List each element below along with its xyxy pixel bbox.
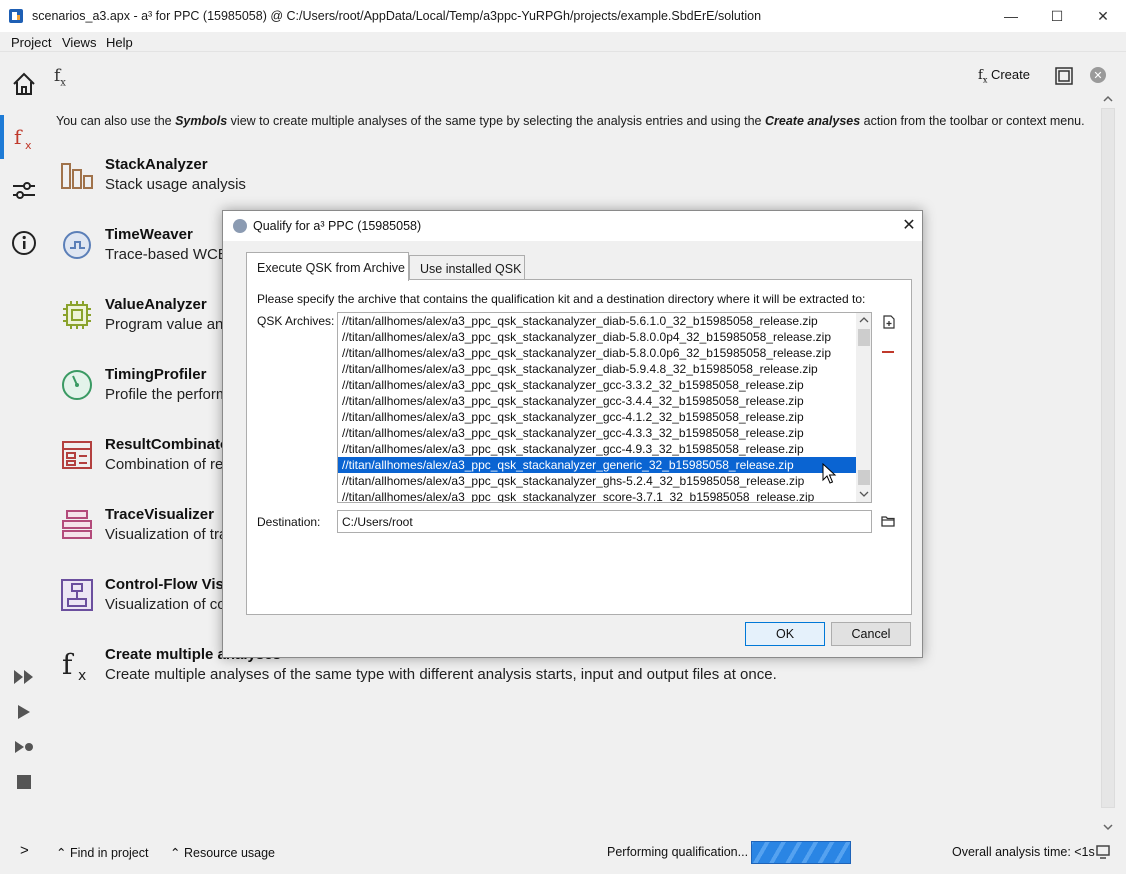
analysis-time: Overall analysis time: <1s xyxy=(952,845,1095,859)
list-scroll-up-icon[interactable] xyxy=(859,316,869,324)
tool-name: ResultCombinator xyxy=(105,436,236,453)
archive-list-item[interactable]: //titan/allhomes/alex/a3_ppc_qsk_stackan… xyxy=(338,345,856,361)
result-combinator-icon xyxy=(62,441,92,469)
svg-text:x: x xyxy=(25,139,32,152)
tool-description: Stack usage analysis xyxy=(105,176,246,193)
create-button[interactable]: fx Create xyxy=(978,67,1030,85)
list-scrollbar-thumb-lower[interactable] xyxy=(858,470,870,485)
chevron-up-icon: ⌃ xyxy=(170,846,181,860)
info-icon[interactable] xyxy=(8,227,40,259)
archive-list-item[interactable]: //titan/allhomes/alex/a3_ppc_qsk_stackan… xyxy=(338,489,856,502)
tab-use-installed[interactable]: Use installed QSK xyxy=(409,255,525,280)
view-fx-icon: fx xyxy=(54,66,66,89)
tool-name: StackAnalyzer xyxy=(105,156,208,173)
qualification-status: Performing qualification... xyxy=(607,845,749,859)
list-scroll-down-icon[interactable] xyxy=(859,490,869,498)
tool-stackanalyzer[interactable]: StackAnalyzer Stack usage analysis xyxy=(58,156,758,206)
archive-list-item[interactable]: //titan/allhomes/alex/a3_ppc_qsk_stackan… xyxy=(338,473,856,489)
create-fx-icon: fx xyxy=(978,68,988,85)
dialog-title: Qualify for a³ PPC (15985058) xyxy=(253,219,422,233)
svg-text:x: x xyxy=(78,668,86,684)
chip-icon xyxy=(63,301,91,329)
archive-list-item[interactable]: //titan/allhomes/alex/a3_ppc_qsk_stackan… xyxy=(338,457,856,473)
remove-archive-icon[interactable] xyxy=(882,351,894,353)
svg-text:f: f xyxy=(62,648,75,681)
stop-icon[interactable] xyxy=(12,770,36,794)
browse-folder-icon[interactable] xyxy=(881,514,895,528)
status-computer-icon[interactable] xyxy=(1096,845,1110,859)
tool-name: ValueAnalyzer xyxy=(105,296,207,313)
archive-list-item[interactable]: //titan/allhomes/alex/a3_ppc_qsk_stackan… xyxy=(338,361,856,377)
minimize-button[interactable]: — xyxy=(988,0,1034,32)
resource-usage-button[interactable]: ⌃ Resource usage xyxy=(170,845,275,860)
fx-sidebar-icon[interactable]: fx xyxy=(8,122,40,154)
expand-status-icon[interactable]: > xyxy=(20,842,29,859)
control-flow-icon xyxy=(61,579,93,611)
menu-views[interactable]: Views xyxy=(62,35,96,50)
destination-label: Destination: xyxy=(257,515,321,529)
info-text: You can also use the Symbols view to cre… xyxy=(56,114,1085,128)
run-icon[interactable] xyxy=(12,700,36,724)
archive-list-item[interactable]: //titan/allhomes/alex/a3_ppc_qsk_stackan… xyxy=(338,329,856,345)
menu-bar xyxy=(0,32,1126,52)
run-all-icon[interactable] xyxy=(12,665,36,689)
ok-button[interactable]: OK xyxy=(745,622,825,646)
menu-help[interactable]: Help xyxy=(106,35,133,50)
archive-list-item[interactable]: //titan/allhomes/alex/a3_ppc_qsk_stackan… xyxy=(338,409,856,425)
run-step-icon[interactable] xyxy=(12,735,36,759)
tool-name: TraceVisualizer xyxy=(105,506,214,523)
tool-name: TimeWeaver xyxy=(105,226,193,243)
dialog-close-button[interactable]: ✕ xyxy=(899,215,919,235)
tab-execute-from-archive[interactable]: Execute QSK from Archive xyxy=(246,252,409,281)
cancel-button[interactable]: Cancel xyxy=(831,622,911,646)
timeweaver-icon xyxy=(63,231,91,259)
menu-project[interactable]: Project xyxy=(11,35,51,50)
mouse-cursor-icon xyxy=(822,463,837,484)
tool-description: Create multiple analyses of the same typ… xyxy=(105,666,777,683)
dialog-instruction: Please specify the archive that contains… xyxy=(257,292,866,306)
chevron-up-icon: ⌃ xyxy=(56,846,67,860)
dialog-app-icon xyxy=(233,219,247,233)
destination-input[interactable]: C:/Users/root xyxy=(337,510,872,533)
scroll-up-icon[interactable] xyxy=(1102,94,1114,104)
add-archive-icon[interactable] xyxy=(882,315,896,329)
close-window-button[interactable]: ✕ xyxy=(1080,0,1126,32)
gauge-icon xyxy=(62,370,92,400)
main-scrollbar-thumb[interactable] xyxy=(1101,108,1115,808)
maximize-view-icon[interactable] xyxy=(1054,66,1074,86)
window-title: scenarios_a3.apx - a³ for PPC (15985058)… xyxy=(32,9,762,23)
qualification-progress-bar xyxy=(751,841,851,864)
trace-visualizer-icon xyxy=(62,510,92,539)
fx-icon: fx xyxy=(62,648,86,684)
archive-list-item[interactable]: //titan/allhomes/alex/a3_ppc_qsk_stackan… xyxy=(338,313,856,329)
svg-text:f: f xyxy=(14,125,23,149)
archive-list-item[interactable]: //titan/allhomes/alex/a3_ppc_qsk_stackan… xyxy=(338,425,856,441)
scroll-down-icon[interactable] xyxy=(1102,822,1114,832)
maximize-button[interactable]: ☐ xyxy=(1034,0,1080,32)
sidebar-active-indicator xyxy=(0,115,4,159)
home-icon[interactable] xyxy=(8,68,40,100)
close-view-button[interactable]: ✕ xyxy=(1090,67,1106,83)
qsk-archives-label: QSK Archives: xyxy=(257,314,335,328)
tool-name: TimingProfiler xyxy=(105,366,207,383)
stack-bars-icon xyxy=(61,163,93,189)
find-in-project-button[interactable]: ⌃ Find in project xyxy=(56,845,148,860)
archive-list-item[interactable]: //titan/allhomes/alex/a3_ppc_qsk_stackan… xyxy=(338,441,856,457)
qualify-dialog: Qualify for a³ PPC (15985058) ✕ Execute … xyxy=(222,210,923,658)
qsk-archive-list[interactable]: //titan/allhomes/alex/a3_ppc_qsk_stackan… xyxy=(337,312,872,503)
archive-list-item[interactable]: //titan/allhomes/alex/a3_ppc_qsk_stackan… xyxy=(338,377,856,393)
archive-list-item[interactable]: //titan/allhomes/alex/a3_ppc_qsk_stackan… xyxy=(338,393,856,409)
app-logo-icon xyxy=(9,9,23,23)
settings-sliders-icon[interactable] xyxy=(8,174,40,206)
list-scrollbar-thumb[interactable] xyxy=(858,329,870,346)
